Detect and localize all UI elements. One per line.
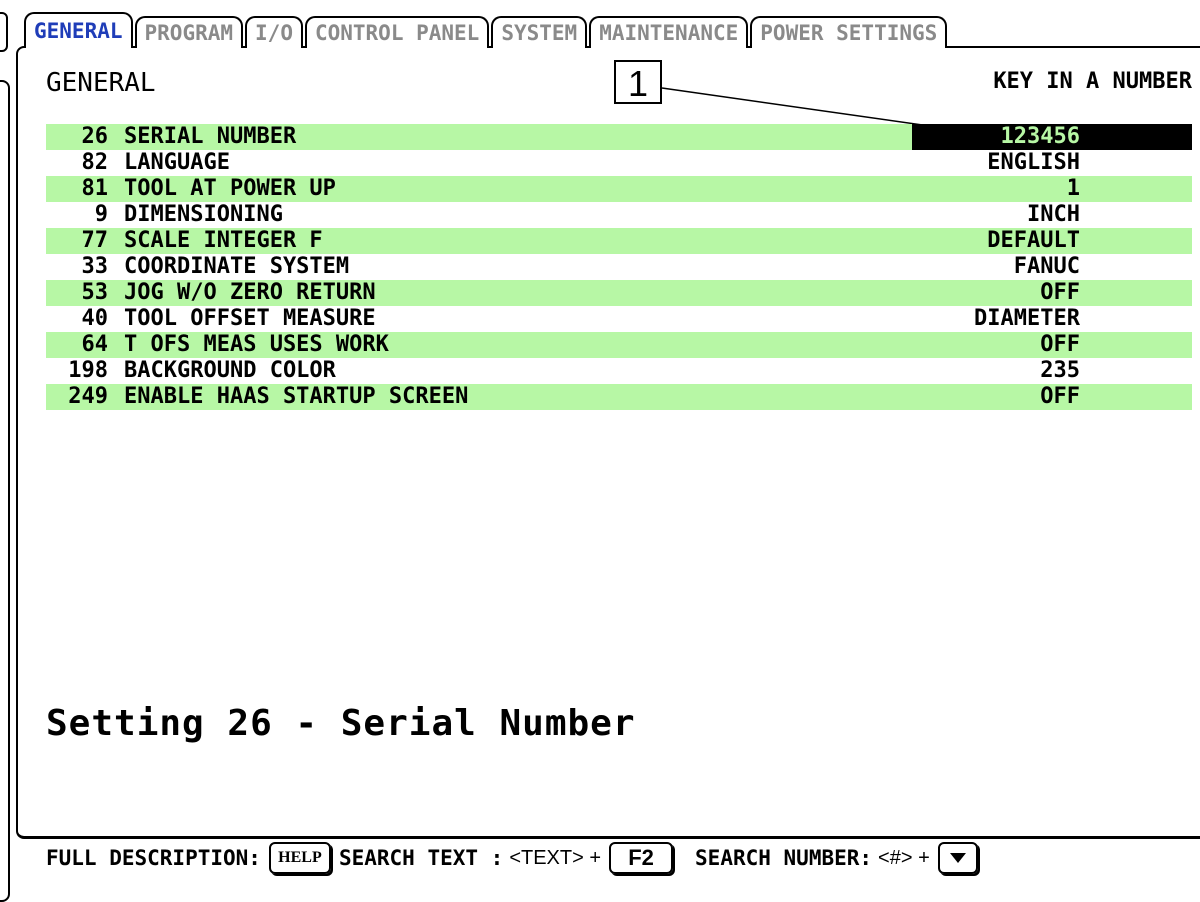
search-text-label: SEARCH TEXT : (338, 846, 504, 870)
setting-number: 77 (81, 228, 109, 253)
setting-number: 81 (81, 176, 109, 201)
setting-row-coordinate-system[interactable]: 33 COORDINATE SYSTEM FANUC (46, 254, 1192, 280)
setting-number: 249 (68, 384, 108, 409)
setting-number: 64 (81, 332, 109, 357)
setting-row-language[interactable]: 82 LANGUAGE ENGLISH (46, 150, 1192, 176)
setting-label: T OFS MEAS USES WORK (124, 332, 389, 357)
f2-key-button[interactable]: F2 (609, 842, 674, 874)
setting-value: DIAMETER (974, 306, 1080, 331)
left-panel-edge (0, 12, 10, 902)
search-number-arg: <#> + (878, 846, 930, 869)
search-text-arg: <TEXT> + (509, 846, 602, 869)
setting-label: LANGUAGE (124, 150, 230, 175)
settings-list: 26 SERIAL NUMBER 123456 82 LANGUAGE ENGL… (46, 124, 1192, 410)
full-description-label: FULL DESCRIPTION: (46, 846, 261, 870)
left-edge-stub (0, 12, 8, 52)
setting-label: COORDINATE SYSTEM (124, 254, 350, 279)
tab-io[interactable]: I/O (245, 16, 303, 48)
setting-number: 40 (81, 306, 109, 331)
setting-value: OFF (1040, 280, 1080, 305)
setting-label: ENABLE HAAS STARTUP SCREEN (124, 384, 469, 409)
help-footer: FULL DESCRIPTION: HELP SEARCH TEXT : <TE… (46, 840, 986, 876)
callout-marker: 1 (614, 60, 662, 104)
tab-program[interactable]: PROGRAM (134, 16, 244, 48)
setting-value: DEFAULT (987, 228, 1080, 253)
setting-row-t-ofs-meas-uses-work[interactable]: 64 T OFS MEAS USES WORK OFF (46, 332, 1192, 358)
help-key-button[interactable]: HELP (268, 842, 331, 874)
down-arrow-key-button[interactable] (937, 842, 978, 874)
left-edge-bar (0, 80, 10, 902)
setting-row-scale-integer-f[interactable]: 77 SCALE INTEGER F DEFAULT (46, 228, 1192, 254)
setting-label: SERIAL NUMBER (124, 124, 297, 149)
setting-value: 1 (1066, 176, 1080, 201)
setting-number: 26 (81, 124, 109, 149)
setting-number: 198 (68, 358, 108, 383)
setting-value: OFF (1040, 332, 1080, 357)
tab-system[interactable]: SYSTEM (491, 16, 588, 48)
tab-power-settings[interactable]: POWER SETTINGS (750, 16, 948, 48)
setting-number: 53 (81, 280, 109, 305)
setting-value: FANUC (1013, 254, 1080, 279)
setting-label: BACKGROUND COLOR (124, 358, 336, 383)
setting-value: 235 (1040, 358, 1080, 383)
setting-row-tool-offset-measure[interactable]: 40 TOOL OFFSET MEASURE DIAMETER (46, 306, 1192, 332)
setting-row-dimensioning[interactable]: 9 DIMENSIONING INCH (46, 202, 1192, 228)
setting-value: INCH (1027, 202, 1080, 227)
setting-row-jog-wo-zero-return[interactable]: 53 JOG W/O ZERO RETURN OFF (46, 280, 1192, 306)
tab-general[interactable]: GENERAL (24, 12, 133, 48)
setting-row-enable-haas-startup-screen[interactable]: 249 ENABLE HAAS STARTUP SCREEN OFF (46, 384, 1192, 410)
setting-label: JOG W/O ZERO RETURN (124, 280, 376, 305)
setting-row-background-color[interactable]: 198 BACKGROUND COLOR 235 (46, 358, 1192, 384)
down-arrow-icon (949, 853, 966, 863)
tab-bar: GENERAL PROGRAM I/O CONTROL PANEL SYSTEM… (24, 10, 949, 48)
setting-label: TOOL AT POWER UP (124, 176, 336, 201)
setting-number: 33 (81, 254, 109, 279)
tab-control-panel[interactable]: CONTROL PANEL (304, 16, 490, 48)
setting-row-tool-at-power-up[interactable]: 81 TOOL AT POWER UP 1 (46, 176, 1192, 202)
setting-number: 9 (94, 202, 108, 227)
page-title: GENERAL (46, 68, 156, 98)
search-number-label: SEARCH NUMBER: (695, 846, 873, 870)
setting-value-input[interactable]: 123456 (912, 124, 1192, 150)
setting-number: 82 (81, 150, 109, 175)
setting-value: ENGLISH (987, 150, 1080, 175)
tab-maintenance[interactable]: MAINTENANCE (589, 16, 749, 48)
setting-label: TOOL OFFSET MEASURE (124, 306, 376, 331)
setting-label: DIMENSIONING (124, 202, 283, 227)
input-prompt: KEY IN A NUMBER (993, 69, 1192, 94)
setting-value: OFF (1040, 384, 1080, 409)
setting-label: SCALE INTEGER F (124, 228, 323, 253)
setting-row-serial-number[interactable]: 26 SERIAL NUMBER 123456 (46, 124, 1192, 150)
setting-description: Setting 26 - Serial Number (46, 703, 636, 744)
